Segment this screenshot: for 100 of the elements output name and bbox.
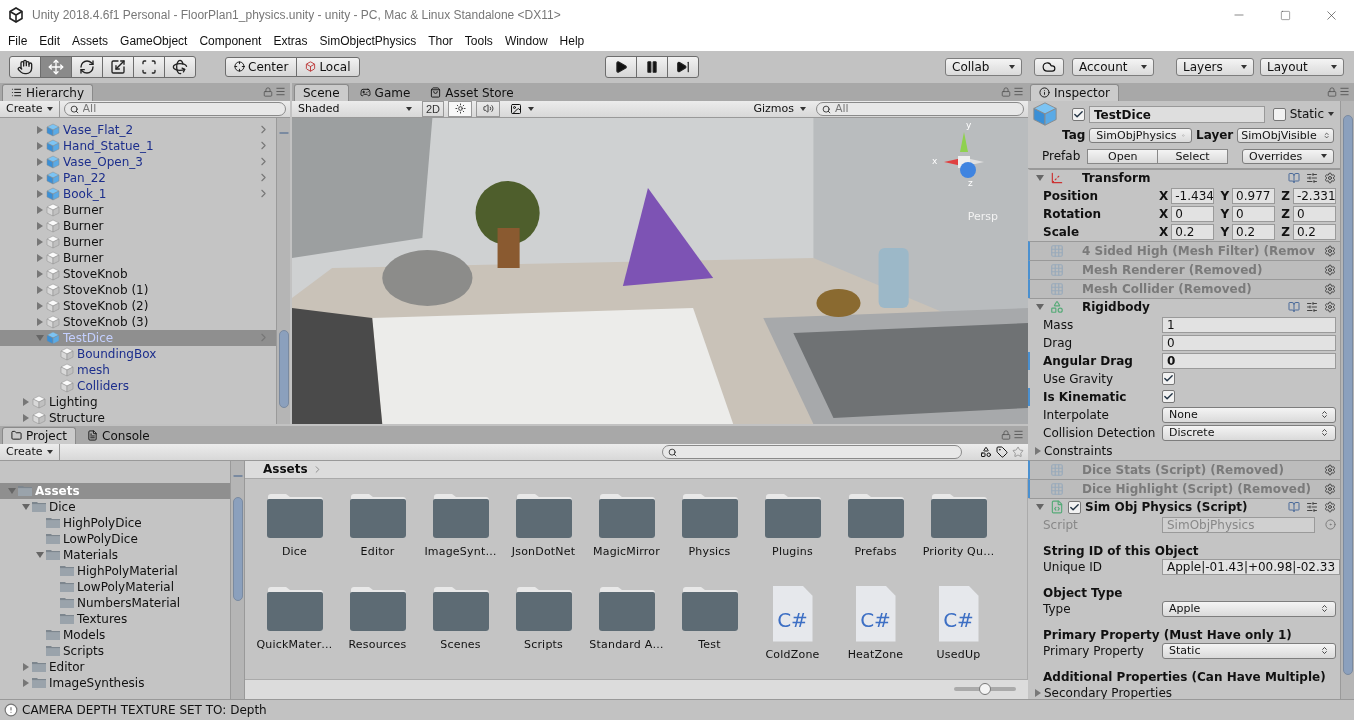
folder-item[interactable]: Models	[0, 626, 230, 643]
type-filter-icon[interactable]	[980, 445, 992, 458]
overrides-dropdown[interactable]: Overrides	[1242, 148, 1334, 164]
folder-item[interactable]: LowPolyDice	[0, 530, 230, 547]
hierarchy-item[interactable]: Structure	[0, 409, 276, 424]
foldout-label[interactable]: Secondary Properties	[1044, 685, 1172, 699]
rect-tool-button[interactable]	[133, 55, 165, 78]
checkbox[interactable]	[1068, 500, 1081, 514]
dropdown[interactable]: None	[1162, 406, 1336, 423]
number-field[interactable]: 0	[1232, 205, 1276, 222]
prefab-button[interactable]: Open	[1087, 148, 1159, 164]
search-field[interactable]	[662, 444, 962, 459]
menu-item[interactable]: Tools	[458, 33, 499, 48]
asset-item[interactable]: Priority Qu…	[917, 492, 1000, 586]
value-field[interactable]: 1	[1162, 316, 1336, 333]
menu-item[interactable]: GameObject	[114, 33, 194, 48]
menu-icon[interactable]	[275, 86, 286, 98]
hierarchy-item[interactable]: StoveKnob (1)	[0, 281, 276, 298]
hierarchy-item[interactable]: BoundingBox	[0, 345, 276, 362]
number-field[interactable]: -2.331	[1292, 187, 1336, 204]
settings-icon[interactable]	[1324, 282, 1336, 295]
folder-item[interactable]: LowPolyMaterial	[0, 578, 230, 595]
number-field[interactable]: 0.2	[1232, 223, 1276, 240]
rotate-tool-button[interactable]	[71, 55, 103, 78]
folder-item[interactable]: Dice	[0, 498, 230, 515]
center-pivot-button[interactable]: Center	[225, 56, 298, 77]
menu-item[interactable]: Extras	[267, 33, 314, 48]
hierarchy-item[interactable]: Colliders	[0, 377, 276, 394]
transform-tool-button[interactable]	[164, 55, 196, 78]
number-field[interactable]: 0.977	[1232, 187, 1276, 204]
layers-dropdown[interactable]: Layers	[1176, 57, 1254, 76]
folder-item[interactable]: NumbersMaterial	[0, 594, 230, 611]
settings-icon[interactable]	[1324, 501, 1336, 514]
help-icon[interactable]	[1288, 301, 1300, 314]
asset-item[interactable]: Test	[668, 585, 751, 679]
asset-item[interactable]: Resources	[336, 585, 419, 679]
settings-icon[interactable]	[1324, 463, 1336, 476]
shading-dropdown[interactable]: Shaded	[292, 100, 418, 117]
hierarchy-item[interactable]: Hand_Statue_1	[0, 137, 276, 154]
menu-item[interactable]: Edit	[33, 33, 67, 48]
folder-item[interactable]: Textures	[0, 610, 230, 627]
lock-icon[interactable]	[263, 86, 273, 97]
number-field[interactable]: 0.2	[1171, 223, 1215, 240]
asset-item[interactable]: Standard A…	[585, 585, 668, 679]
hierarchy-item[interactable]: Burner	[0, 233, 276, 250]
hierarchy-item[interactable]: mesh	[0, 361, 276, 378]
layer-dropdown[interactable]: SimObjVisible	[1237, 127, 1334, 143]
play-button[interactable]	[604, 55, 637, 78]
number-field[interactable]: -1.434	[1171, 187, 1215, 204]
number-field[interactable]: 0.2	[1292, 223, 1336, 240]
hierarchy-item[interactable]: StoveKnob (2)	[0, 297, 276, 314]
folder-item[interactable]: Editor	[0, 658, 230, 675]
settings-icon[interactable]	[1324, 263, 1336, 276]
menu-item[interactable]: SimObjectPhysics	[313, 33, 423, 48]
search-field[interactable]: All	[63, 101, 286, 116]
menu-icon[interactable]	[1013, 86, 1024, 98]
foldout-label[interactable]: Constraints	[1044, 443, 1113, 458]
hierarchy-item[interactable]: Burner	[0, 249, 276, 266]
menu-icon[interactable]	[1339, 86, 1350, 98]
presets-icon[interactable]	[1306, 301, 1318, 314]
scale-tool-button[interactable]	[102, 55, 134, 78]
settings-icon[interactable]	[1324, 301, 1336, 314]
hierarchy-item[interactable]: Lighting	[0, 393, 276, 410]
asset-item[interactable]: ImageSynt…	[419, 492, 502, 586]
menu-item[interactable]: Assets	[66, 33, 115, 48]
layout-dropdown[interactable]: Layout	[1260, 57, 1344, 76]
presets-icon[interactable]	[1306, 172, 1318, 185]
asset-item[interactable]: QuickMater…	[253, 585, 336, 679]
asset-item[interactable]: Editor	[336, 492, 419, 586]
value-field[interactable]: 0	[1162, 352, 1336, 369]
move-tool-button[interactable]	[40, 55, 72, 78]
checkbox[interactable]	[1272, 107, 1286, 121]
hierarchy-item[interactable]: StoveKnob	[0, 265, 276, 282]
lock-icon[interactable]	[1327, 86, 1337, 97]
2d-toggle[interactable]: 2D	[422, 100, 444, 117]
caret-icon[interactable]	[1328, 112, 1334, 117]
hierarchy-item[interactable]: Pan_22	[0, 169, 276, 186]
hierarchy-item[interactable]: StoveKnob (3)	[0, 313, 276, 330]
help-icon[interactable]	[1288, 172, 1300, 185]
object-picker-icon[interactable]	[1325, 519, 1336, 531]
folder-item[interactable]: Scripts	[0, 642, 230, 659]
asset-item[interactable]: Physics	[668, 492, 751, 586]
project-tab[interactable]: Console	[78, 426, 159, 444]
lock-icon[interactable]	[1001, 86, 1011, 97]
scene-view-tab[interactable]: Game	[350, 83, 420, 101]
gizmos-dropdown[interactable]: Gizmos	[747, 100, 812, 117]
number-field[interactable]: 0	[1292, 205, 1336, 222]
folder-item[interactable]: Materials	[0, 546, 230, 563]
asset-item[interactable]: Dice	[253, 492, 336, 586]
search-field[interactable]: All	[816, 101, 1024, 116]
hierarchy-item[interactable]: Burner	[0, 201, 276, 218]
menu-item[interactable]: Window	[498, 33, 554, 48]
local-pivot-button[interactable]: Local	[296, 56, 360, 77]
slider-thumb[interactable]	[979, 683, 991, 696]
hierarchy-item[interactable]: Burner	[0, 217, 276, 234]
dropdown[interactable]: Static	[1162, 642, 1336, 659]
settings-icon[interactable]	[1324, 244, 1336, 257]
asset-item[interactable]: Scripts	[502, 585, 585, 679]
step-button[interactable]	[666, 55, 699, 78]
value-field[interactable]: Apple|-01.43|+00.98|-02.33	[1162, 558, 1340, 575]
